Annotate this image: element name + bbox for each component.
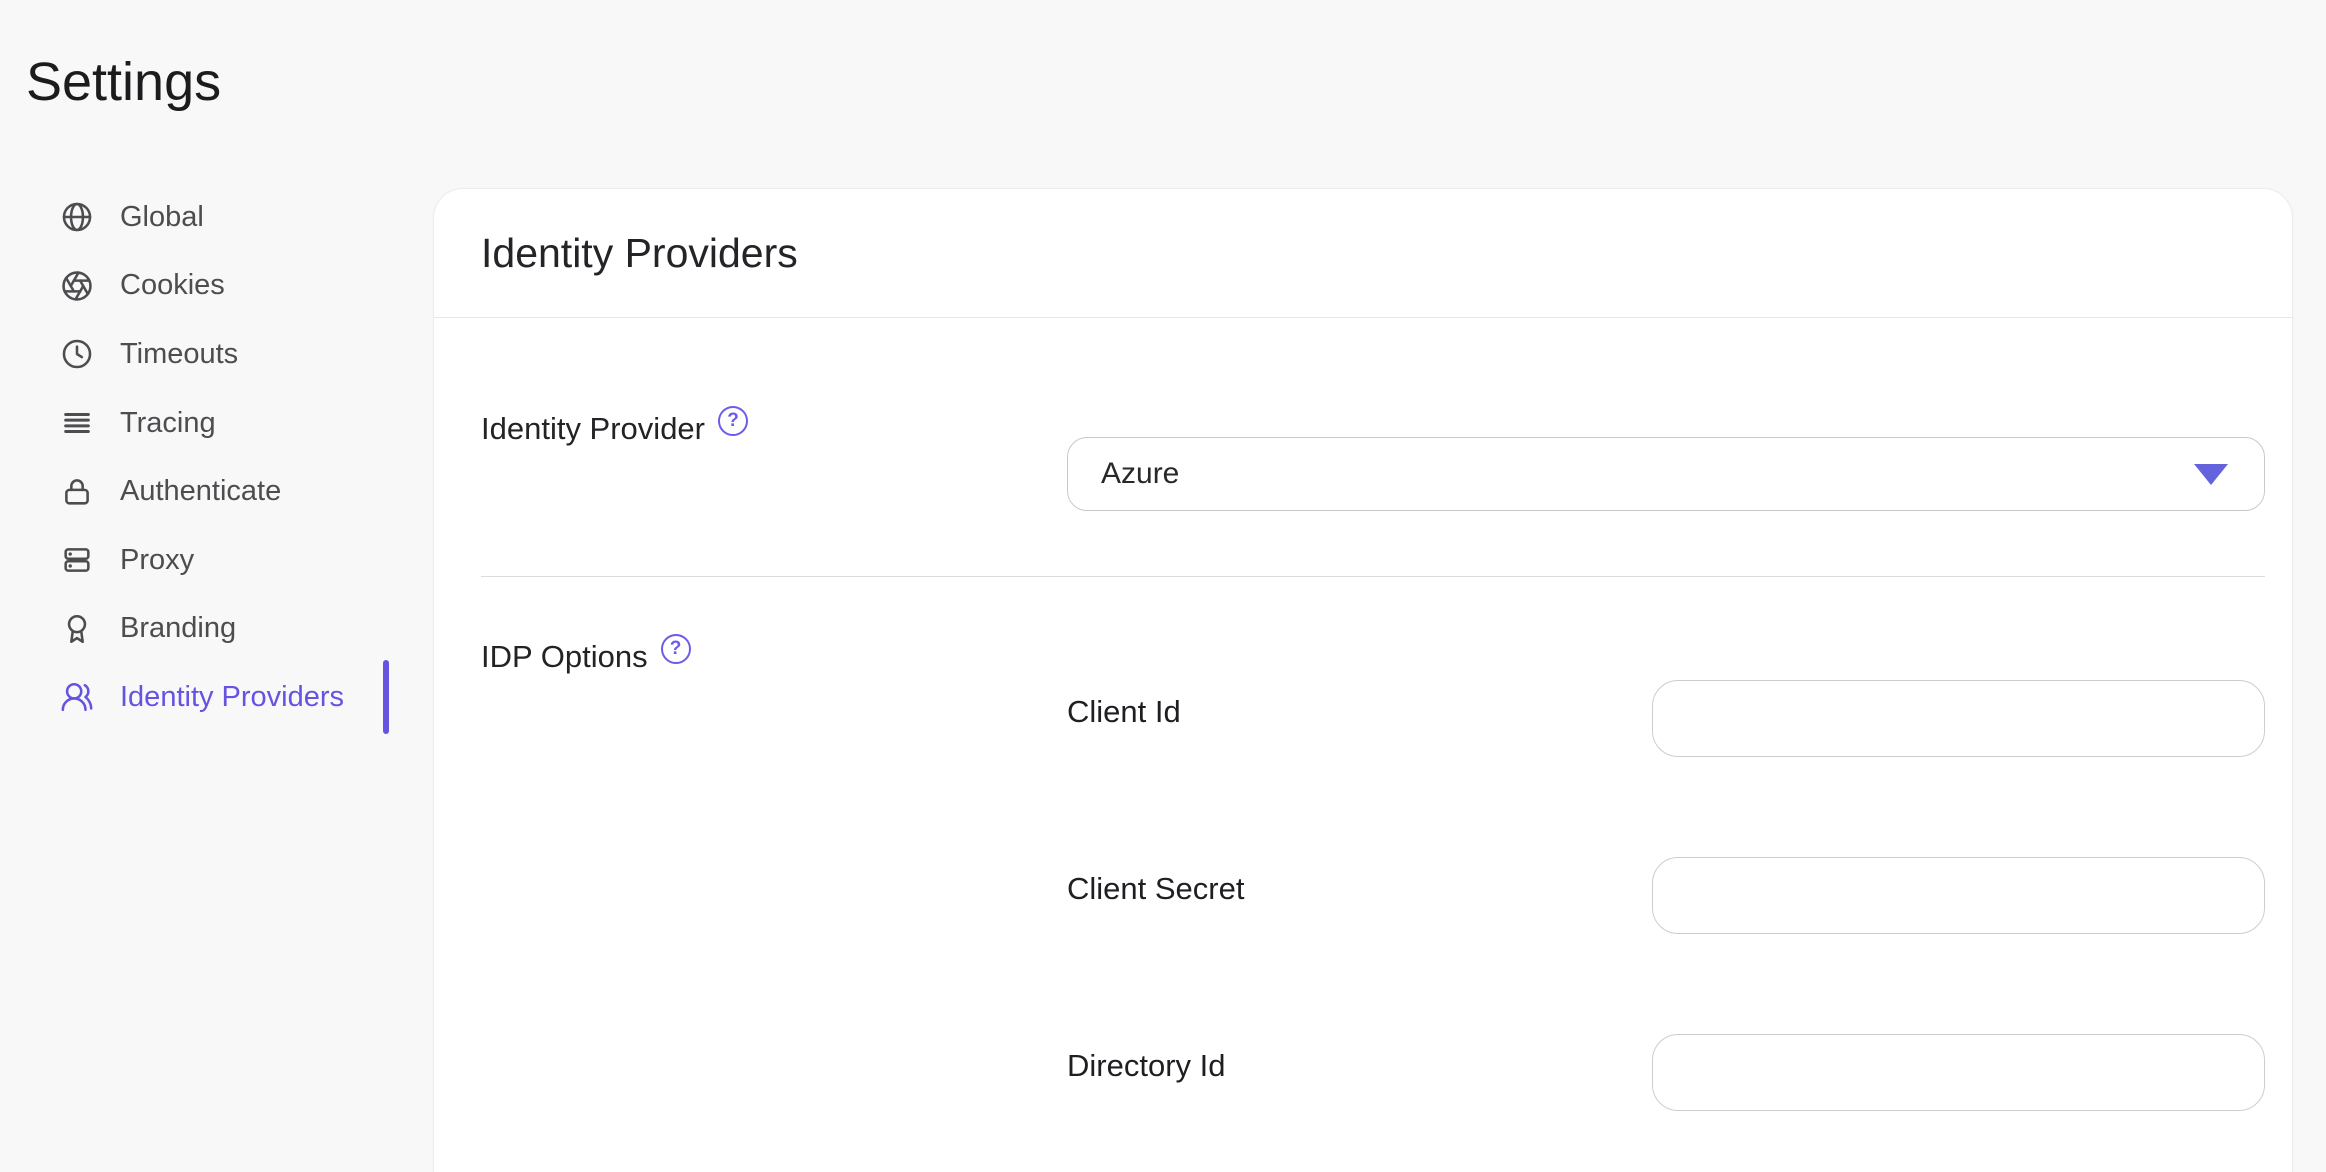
sidebar-item-label: Branding xyxy=(120,612,237,645)
client-secret-row: Client Secret xyxy=(1067,857,2265,934)
question-circle-icon[interactable]: ? xyxy=(660,634,691,664)
sidebar-item-label: Identity Providers xyxy=(120,680,345,713)
sidebar-item-tracing[interactable]: Tracing xyxy=(60,389,390,458)
client-id-input[interactable] xyxy=(1652,680,2265,757)
lock-icon xyxy=(65,478,89,505)
sidebar-item-cookies[interactable]: Cookies xyxy=(60,252,390,321)
globe-icon xyxy=(62,202,92,232)
sidebar-item-branding[interactable]: Branding xyxy=(60,595,390,664)
identity-provider-selected-value: Azure xyxy=(1101,457,1180,490)
idp-options-label: IDP Options ? xyxy=(481,634,1067,677)
directory-id-label: Directory Id xyxy=(1067,1048,1226,1083)
client-secret-label: Client Secret xyxy=(1067,871,1245,906)
sidebar-item-global[interactable]: Global xyxy=(60,183,390,252)
active-indicator-bar xyxy=(383,660,389,735)
sidebar: Global Cookies Timeouts Tracing Authenti… xyxy=(60,183,390,735)
identity-provider-label: Identity Provider ? xyxy=(481,406,1067,449)
aperture-icon xyxy=(62,271,92,301)
client-secret-input[interactable] xyxy=(1652,857,2265,934)
sidebar-item-identity-providers[interactable]: Identity Providers xyxy=(60,660,390,735)
idp-options-section: IDP Options ? Client Id Client Secret Di… xyxy=(481,634,2265,1111)
clock-icon xyxy=(62,340,92,369)
award-icon xyxy=(67,614,87,643)
sidebar-item-label: Tracing xyxy=(120,406,216,439)
identity-providers-card: Identity Providers Identity Provider ? A… xyxy=(433,188,2293,1172)
directory-id-input[interactable] xyxy=(1652,1034,2265,1111)
sidebar-item-proxy[interactable]: Proxy xyxy=(60,526,390,595)
sidebar-item-label: Timeouts xyxy=(120,337,239,370)
card-header: Identity Providers xyxy=(434,189,2292,318)
card-heading: Identity Providers xyxy=(481,229,798,276)
sidebar-item-label: Proxy xyxy=(120,543,195,576)
identity-provider-section: Identity Provider ? Azure xyxy=(481,406,2265,511)
client-id-label: Client Id xyxy=(1067,694,1181,729)
idp-options-fields: Client Id Client Secret Directory Id xyxy=(1067,680,2265,1111)
card-body: Identity Provider ? Azure IDP Options ? … xyxy=(434,406,2292,1111)
lines-icon xyxy=(64,413,90,434)
server-icon xyxy=(64,548,90,573)
client-id-row: Client Id xyxy=(1067,680,2265,757)
sidebar-item-timeouts[interactable]: Timeouts xyxy=(60,320,390,389)
chevron-down-icon xyxy=(2194,463,2228,485)
page-title: Settings xyxy=(26,52,222,113)
section-divider xyxy=(481,576,2265,577)
sidebar-item-label: Cookies xyxy=(120,269,225,302)
question-circle-icon[interactable]: ? xyxy=(718,406,748,436)
sidebar-item-label: Authenticate xyxy=(120,475,282,508)
identity-provider-select[interactable]: Azure xyxy=(1067,437,2265,511)
directory-id-row: Directory Id xyxy=(1067,1034,2265,1111)
users-icon xyxy=(61,683,93,712)
settings-page: Settings Global Cookies Timeouts Tracing… xyxy=(0,0,2326,1172)
sidebar-item-authenticate[interactable]: Authenticate xyxy=(60,457,390,526)
sidebar-item-label: Global xyxy=(120,200,204,233)
